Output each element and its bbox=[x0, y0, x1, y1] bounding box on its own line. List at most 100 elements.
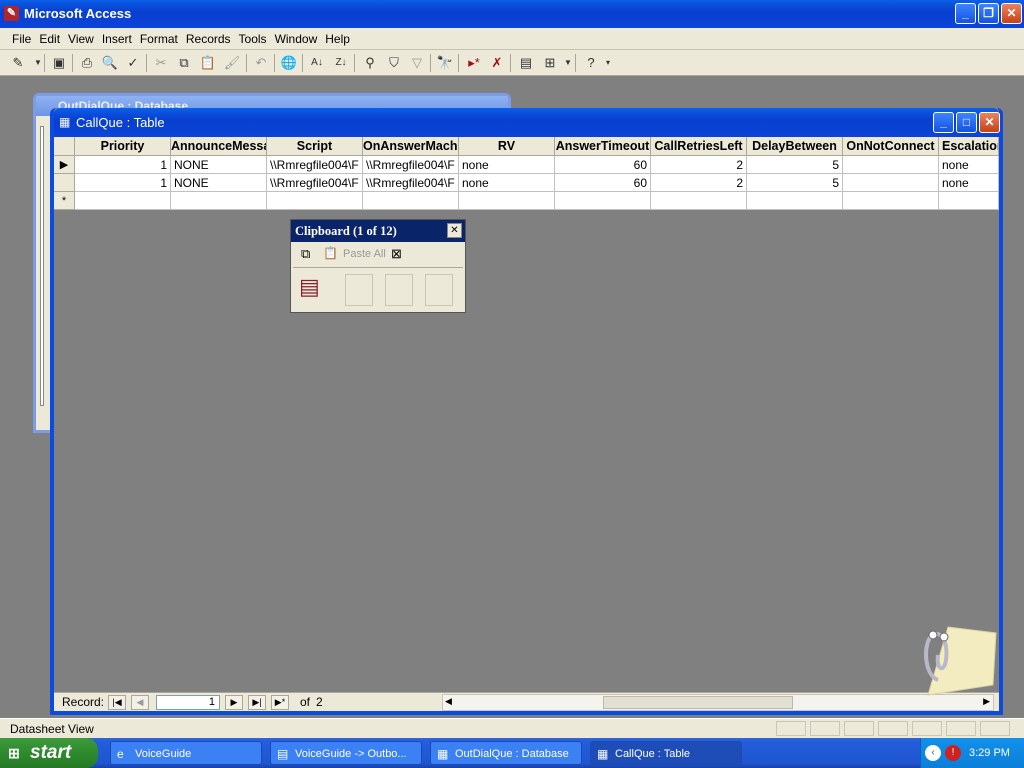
paperclip-icon[interactable] bbox=[898, 615, 998, 700]
table-cell[interactable] bbox=[747, 192, 843, 210]
apply-filter-icon[interactable]: ▽ bbox=[407, 53, 427, 73]
view-dropdown-icon[interactable]: ▼ bbox=[28, 53, 48, 73]
minimize-icon[interactable]: _ bbox=[955, 3, 976, 24]
taskbar-item-outdialque[interactable]: ▦ OutDialQue : Database bbox=[430, 741, 582, 765]
clock[interactable]: 3:29 PM bbox=[969, 738, 1010, 768]
copy-icon[interactable]: ⧉ bbox=[301, 246, 310, 262]
find-icon[interactable]: 🔭 bbox=[435, 53, 455, 73]
clipboard-title[interactable]: Clipboard (1 of 12) bbox=[291, 220, 465, 242]
clipboard-item-icon[interactable]: ▤ bbox=[299, 274, 331, 306]
table-cell[interactable]: NONE bbox=[171, 156, 267, 174]
table-cell[interactable]: \\Rmregfile004\F bbox=[267, 174, 363, 192]
table-cell[interactable]: \\Rmregfile004\F bbox=[363, 156, 459, 174]
table-cell[interactable]: NONE bbox=[171, 174, 267, 192]
record-number-input[interactable]: 1 bbox=[156, 695, 220, 710]
taskbar-item-voiceguide-outbound[interactable]: ▤ VoiceGuide -> Outbo... bbox=[270, 741, 422, 765]
table-cell[interactable]: 2 bbox=[651, 174, 747, 192]
menu-edit[interactable]: Edit bbox=[35, 29, 64, 49]
paste-icon[interactable]: 📋 bbox=[198, 53, 218, 73]
properties-icon[interactable]: ▤ bbox=[516, 53, 536, 73]
print-icon[interactable]: ⎙ bbox=[77, 53, 97, 73]
column-header[interactable]: RV bbox=[459, 137, 555, 156]
taskbar-item-callque[interactable]: ▦ CallQue : Table bbox=[590, 741, 742, 765]
sort-descending-icon[interactable]: Z↓ bbox=[331, 53, 351, 73]
table-close-icon[interactable]: ✕ bbox=[979, 112, 1000, 133]
table-cell[interactable]: 2 bbox=[651, 156, 747, 174]
menu-insert[interactable]: Insert bbox=[98, 29, 136, 49]
first-record-icon[interactable]: |◀ bbox=[108, 695, 126, 710]
table-cell[interactable] bbox=[267, 192, 363, 210]
table-cell[interactable]: 60 bbox=[555, 156, 651, 174]
start-button[interactable]: ⊞ start bbox=[0, 738, 98, 768]
close-icon[interactable]: ✕ bbox=[1001, 3, 1022, 24]
sort-ascending-icon[interactable]: A↓ bbox=[307, 53, 327, 73]
last-record-icon[interactable]: ▶| bbox=[248, 695, 266, 710]
toolbar-options-icon[interactable]: ▾ bbox=[598, 53, 618, 73]
menu-records[interactable]: Records bbox=[182, 29, 235, 49]
menu-tools[interactable]: Tools bbox=[235, 29, 271, 49]
menu-view[interactable]: View bbox=[64, 29, 98, 49]
table-cell[interactable]: \\Rmregfile004\F bbox=[267, 156, 363, 174]
table-minimize-icon[interactable]: _ bbox=[933, 112, 954, 133]
table-maximize-icon[interactable]: □ bbox=[956, 112, 977, 133]
menu-window[interactable]: Window bbox=[271, 29, 322, 49]
table-cell[interactable]: 1 bbox=[75, 174, 171, 192]
restore-icon[interactable]: ❐ bbox=[978, 3, 999, 24]
next-record-icon[interactable]: ▶ bbox=[225, 695, 243, 710]
column-header[interactable]: Script bbox=[267, 137, 363, 156]
table-cell[interactable] bbox=[939, 192, 999, 210]
office-assistant[interactable] bbox=[898, 615, 998, 700]
record-selector-current[interactable]: ▶ bbox=[54, 156, 75, 174]
column-header[interactable]: Escalation bbox=[939, 137, 999, 156]
table-window-title-bar[interactable]: ▦ CallQue : Table _ □ ✕ bbox=[54, 108, 1000, 137]
table-cell[interactable]: none bbox=[459, 174, 555, 192]
table-cell[interactable] bbox=[843, 156, 939, 174]
column-header[interactable]: CallRetriesLeft bbox=[651, 137, 747, 156]
spelling-icon[interactable]: ✓ bbox=[123, 53, 143, 73]
hyperlink-icon[interactable]: 🌐 bbox=[279, 53, 299, 73]
table-cell[interactable]: none bbox=[459, 156, 555, 174]
taskbar-item-voiceguide[interactable]: e VoiceGuide bbox=[110, 741, 262, 765]
security-alert-icon[interactable]: ! bbox=[945, 745, 961, 761]
new-record-selector[interactable]: * bbox=[54, 192, 75, 210]
select-all-corner[interactable] bbox=[54, 137, 75, 156]
scroll-left-icon[interactable]: ◀ bbox=[445, 696, 452, 707]
paste-all-button[interactable]: Paste All bbox=[343, 248, 386, 260]
table-cell[interactable]: \\Rmregfile004\F bbox=[363, 174, 459, 192]
table-cell[interactable]: 5 bbox=[747, 156, 843, 174]
table-cell[interactable] bbox=[171, 192, 267, 210]
copy-icon[interactable]: ⧉ bbox=[174, 53, 194, 73]
column-header[interactable]: OnAnswerMachine bbox=[363, 137, 459, 156]
clear-clipboard-icon[interactable]: ⊠ bbox=[391, 246, 402, 262]
show-hidden-icons-icon[interactable]: ‹ bbox=[925, 745, 941, 761]
column-header[interactable]: OnNotConnect bbox=[843, 137, 939, 156]
save-icon[interactable]: ▣ bbox=[49, 53, 69, 73]
table-cell[interactable] bbox=[843, 174, 939, 192]
menu-file[interactable]: File bbox=[8, 29, 35, 49]
new-object-icon[interactable]: ⊞ bbox=[540, 53, 560, 73]
table-cell[interactable]: none bbox=[939, 156, 999, 174]
format-painter-icon[interactable]: 🖌 bbox=[222, 53, 242, 73]
column-header[interactable]: DelayBetween bbox=[747, 137, 843, 156]
table-cell[interactable]: none bbox=[939, 174, 999, 192]
menu-format[interactable]: Format bbox=[136, 29, 182, 49]
column-header[interactable]: AnnounceMessage bbox=[171, 137, 267, 156]
table-cell[interactable] bbox=[555, 192, 651, 210]
new-record-nav-icon[interactable]: ▶* bbox=[271, 695, 289, 710]
table-cell[interactable] bbox=[75, 192, 171, 210]
delete-record-icon[interactable]: ✗ bbox=[487, 53, 507, 73]
table-cell[interactable] bbox=[363, 192, 459, 210]
filter-by-form-icon[interactable]: ⛉ bbox=[384, 53, 404, 73]
cut-icon[interactable]: ✂ bbox=[151, 53, 171, 73]
previous-record-icon[interactable]: ◀ bbox=[131, 695, 149, 710]
table-cell[interactable]: 1 bbox=[75, 156, 171, 174]
design-view-icon[interactable]: ✎ bbox=[8, 53, 28, 73]
column-header[interactable]: AnswerTimeout bbox=[555, 137, 651, 156]
table-cell[interactable]: 60 bbox=[555, 174, 651, 192]
table-cell[interactable] bbox=[843, 192, 939, 210]
table-cell[interactable] bbox=[459, 192, 555, 210]
new-record-icon[interactable]: ▸* bbox=[464, 53, 484, 73]
record-selector[interactable] bbox=[54, 174, 75, 192]
table-cell[interactable] bbox=[651, 192, 747, 210]
print-preview-icon[interactable]: 🔍 bbox=[100, 53, 120, 73]
